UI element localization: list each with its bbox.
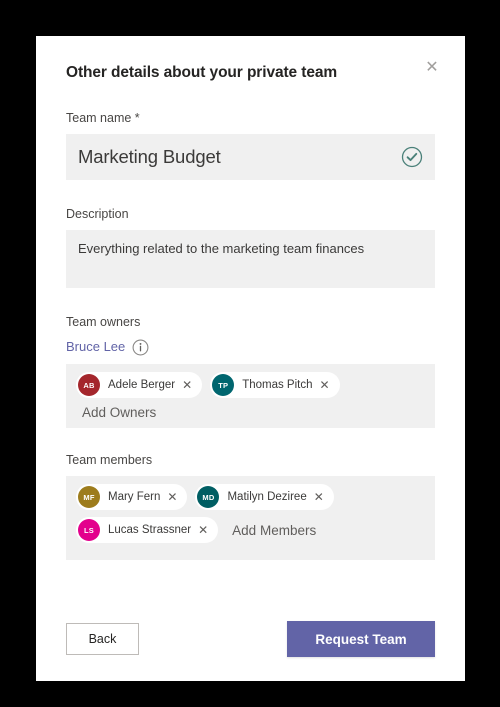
dialog-body: Team name * Marketing Budget Description… (36, 110, 465, 560)
request-team-button[interactable]: Request Team (287, 621, 435, 657)
description-value: Everything related to the marketing team… (78, 241, 365, 256)
add-members-input[interactable]: Add Members (232, 523, 316, 538)
person-name: Thomas Pitch (242, 379, 313, 391)
team-details-dialog: Other details about your private team ✕ … (36, 36, 465, 681)
description-label: Description (66, 207, 129, 221)
person-name: Matilyn Deziree (227, 491, 307, 503)
list-item[interactable]: MF Mary Fern ✕ (76, 484, 188, 510)
dialog-footer: Back Request Team (36, 597, 465, 681)
avatar: LS (78, 519, 100, 541)
team-name-label: Team name * (66, 111, 140, 125)
members-people-picker[interactable]: MF Mary Fern ✕ MD Matilyn Deziree ✕ LS L… (66, 476, 435, 560)
list-item[interactable]: MD Matilyn Deziree ✕ (195, 484, 334, 510)
back-button[interactable]: Back (66, 623, 139, 655)
dialog-header: Other details about your private team ✕ (36, 36, 465, 84)
page-title: Other details about your private team (66, 64, 338, 81)
team-name-input[interactable]: Marketing Budget (66, 134, 435, 180)
team-name-value: Marketing Budget (78, 146, 221, 167)
person-name: Lucas Strassner (108, 524, 192, 536)
primary-owner-link[interactable]: Bruce Lee (66, 338, 125, 356)
person-name: Mary Fern (108, 491, 161, 503)
description-input[interactable]: Everything related to the marketing team… (66, 230, 435, 288)
remove-person-icon[interactable]: ✕ (167, 491, 178, 503)
avatar: TP (212, 374, 235, 396)
person-name: Adele Berger (108, 379, 176, 391)
avatar: MD (197, 486, 220, 508)
primary-owner-row: Bruce Lee (66, 338, 435, 356)
list-item[interactable]: AB Adele Berger ✕ (76, 372, 203, 398)
team-owners-label: Team owners (66, 315, 141, 329)
remove-person-icon[interactable]: ✕ (320, 379, 331, 391)
close-icon[interactable]: ✕ (419, 54, 445, 80)
info-icon[interactable] (132, 339, 149, 356)
remove-person-icon[interactable]: ✕ (182, 379, 193, 391)
list-item[interactable]: LS Lucas Strassner ✕ (76, 517, 219, 543)
add-owners-input[interactable]: Add Owners (82, 405, 156, 420)
owners-people-picker[interactable]: AB Adele Berger ✕ TP Thomas Pitch ✕ Add … (66, 364, 435, 428)
remove-person-icon[interactable]: ✕ (198, 524, 209, 536)
avatar: AB (78, 374, 100, 396)
check-circle-icon[interactable] (401, 146, 423, 168)
list-item[interactable]: TP Thomas Pitch ✕ (210, 372, 340, 398)
avatar: MF (78, 486, 100, 508)
team-members-label: Team members (66, 453, 153, 467)
remove-person-icon[interactable]: ✕ (314, 491, 325, 503)
